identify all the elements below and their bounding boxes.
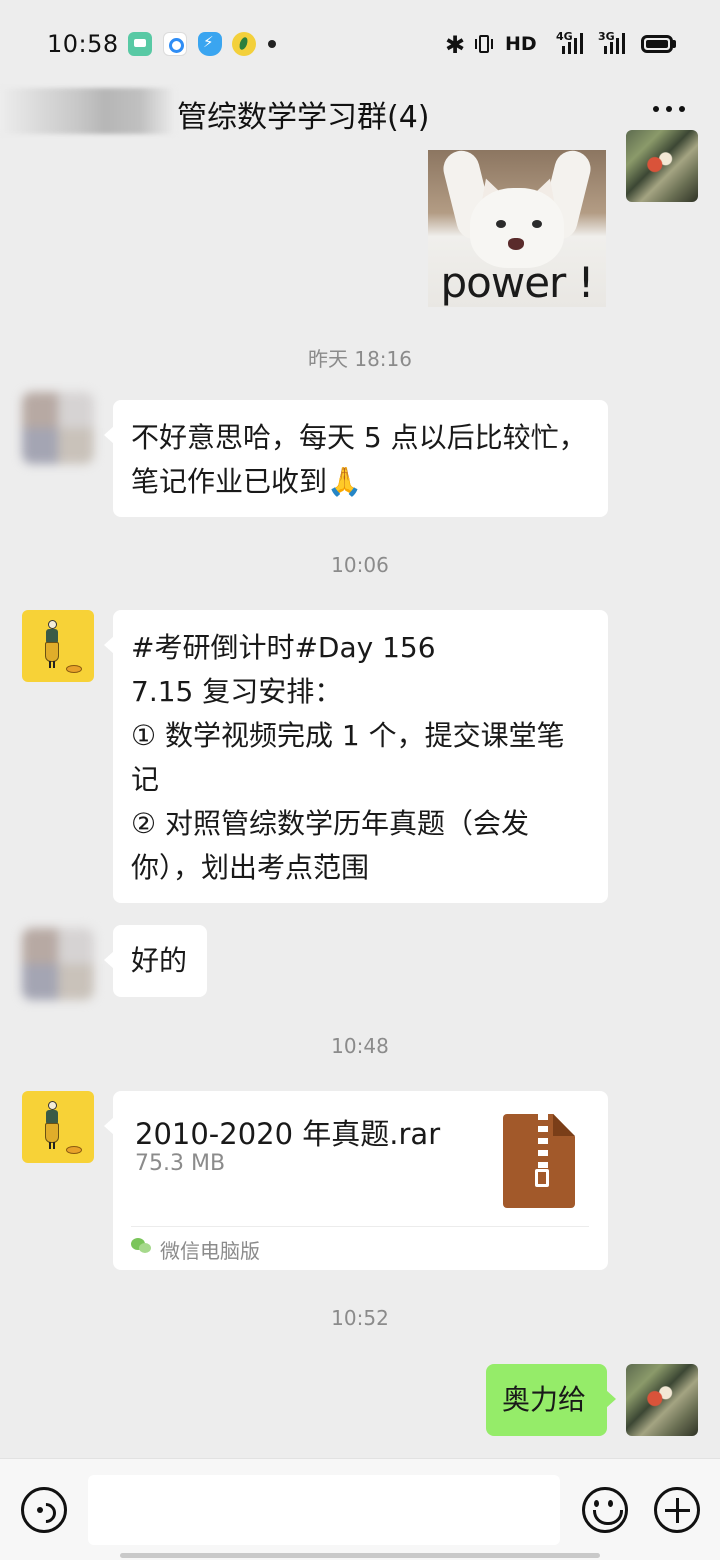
more-notifications-dot (268, 40, 276, 48)
sticker-caption: power ! (440, 258, 594, 307)
avatar-member-blurred[interactable] (22, 392, 94, 464)
zip-strip (538, 1114, 548, 1172)
message-text: 奥力给 (502, 1383, 587, 1416)
home-indicator[interactable] (120, 1553, 600, 1558)
file-source: 微信电脑版 (160, 1239, 260, 1263)
avatar-self[interactable] (626, 1364, 698, 1436)
hd-indicator: HD (505, 33, 537, 55)
message-bubble[interactable]: 不好意思哈，每天 5 点以后比较忙， 笔记作业已收到🙏 (104, 400, 608, 517)
battery-tip (673, 40, 676, 48)
voice-icon[interactable] (21, 1487, 67, 1533)
file-divider (131, 1226, 589, 1227)
file-size: 75.3 MB (135, 1151, 226, 1176)
wechat-icon (131, 1238, 151, 1254)
message-bubble[interactable]: 好的 (104, 925, 207, 997)
cat-eye-right (532, 220, 542, 228)
bluetooth-icon: ✱ (445, 31, 466, 59)
timestamp: 10:52 (331, 1306, 389, 1330)
file-message-card[interactable]: 2010-2020 年真题.rar 75.3 MB 微信电脑版 (104, 1091, 608, 1270)
cat-eye-left (496, 220, 506, 228)
security-app-icon (198, 32, 222, 56)
cat-mouth (508, 238, 524, 250)
browser-app-icon (163, 32, 187, 56)
message-input[interactable] (88, 1475, 560, 1545)
avatar-illustration (45, 620, 59, 668)
input-bar (0, 1458, 720, 1560)
avatar-dog (66, 665, 82, 673)
back-button-blurred[interactable] (0, 88, 175, 134)
chat-header: 管综数学学习群(4) (0, 88, 720, 150)
status-bar: 10:58 ✱ HD 4G 3G (0, 0, 720, 88)
message-bubble-self[interactable]: 奥力给 (486, 1364, 616, 1436)
cat-head (470, 188, 564, 268)
sticker-message[interactable]: power ! (428, 150, 606, 307)
signal-3g-icon: 3G (598, 30, 628, 54)
timestamp: 昨天 18:16 (308, 347, 412, 371)
zip-file-icon-fold (553, 1114, 575, 1136)
avatar-member-yellow[interactable] (22, 1091, 94, 1163)
messages-app-icon (128, 32, 152, 56)
avatar-member-blurred[interactable] (22, 928, 94, 1000)
music-app-icon (232, 32, 256, 56)
vibrate-icon (475, 35, 493, 55)
battery-icon (641, 35, 673, 53)
message-text: 好的 (131, 944, 188, 977)
message-bubble[interactable]: #考研倒计时#Day 156 7.15 复习安排： ① 数学视频完成 1 个，提… (104, 610, 608, 903)
avatar-self[interactable] (626, 130, 698, 202)
avatar-dog (66, 1146, 82, 1154)
avatar-member-yellow[interactable] (22, 610, 94, 682)
chat-screen: 10:58 ✱ HD 4G 3G 管综数学学习群(4) (0, 0, 720, 1560)
timestamp: 10:48 (331, 1034, 389, 1058)
zip-lock (535, 1169, 549, 1187)
signal-4g-icon: 4G (556, 30, 586, 54)
status-time: 10:58 (47, 30, 119, 58)
file-name: 2010-2020 年真题.rar (135, 1117, 441, 1151)
message-text: 不好意思哈，每天 5 点以后比较忙， 笔记作业已收到🙏 (131, 421, 587, 498)
more-dots-icon[interactable] (649, 106, 689, 114)
emoji-icon[interactable] (582, 1487, 628, 1533)
avatar-illustration (45, 1101, 59, 1149)
chat-title: 管综数学学习群(4) (177, 100, 430, 135)
message-text: #考研倒计时#Day 156 7.15 复习安排： ① 数学视频完成 1 个，提… (131, 631, 565, 884)
timestamp: 10:06 (331, 553, 389, 577)
plus-icon[interactable] (654, 1487, 700, 1533)
